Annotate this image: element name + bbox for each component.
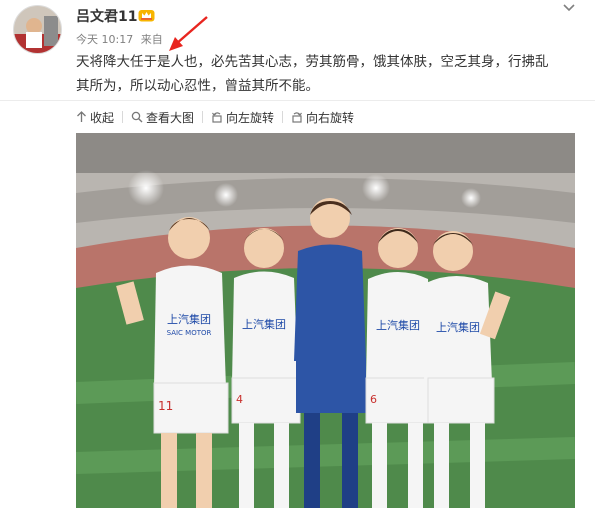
post-source: 来自 — [140, 33, 163, 46]
jersey-number: 4 — [236, 393, 243, 406]
team-illustration: 上汽集团 SAIC MOTOR 11 上汽集团 4 上汽集团 6 上汽集团 — [76, 133, 575, 508]
post-header: 吕文君11 今天 10:17 来自 天将降大任于是人也，必先苦其心志，劳其筋骨，… — [0, 0, 595, 100]
post-image[interactable]: 上汽集团 SAIC MOTOR 11 上汽集团 4 上汽集团 6 上汽集团 — [76, 133, 575, 508]
view-large-label: 查看大图 — [146, 110, 195, 125]
red-arrow-annotation — [169, 16, 208, 51]
jersey-number: 6 — [370, 393, 377, 406]
jersey-sponsor-sub: SAIC MOTOR — [167, 329, 212, 337]
magnifier-icon — [131, 111, 143, 123]
post-time[interactable]: 今天 10:17 — [76, 33, 133, 46]
stadium-light — [128, 170, 164, 206]
username[interactable]: 吕文君11 — [76, 6, 137, 26]
rotate-right-label: 向右旋转 — [306, 110, 355, 125]
jersey-sponsor: 上汽集团 — [376, 318, 420, 332]
post-text-line: 其所为，所以动心忍性，曾益其所不能。 — [76, 78, 319, 94]
stadium-light — [362, 174, 390, 202]
divider — [0, 100, 595, 101]
jersey-sponsor: 上汽集团 — [242, 317, 286, 331]
collapse-label: 收起 — [90, 110, 115, 125]
collapse-button[interactable]: 收起 — [76, 109, 114, 126]
stadium-light — [461, 188, 481, 208]
rotate-left-icon — [212, 112, 222, 123]
toolbar-separator — [282, 111, 284, 123]
post-text: 天将降大任于是人也，必先苦其心志，劳其筋骨，饿其体肤，空乏其身，行拂乱 其所为，… — [76, 50, 576, 98]
stadium-light — [214, 183, 238, 207]
collapse-up-icon — [77, 111, 86, 122]
post-meta: 今天 10:17 来自 — [76, 31, 167, 47]
vip-crown-icon[interactable] — [138, 9, 155, 22]
rotate-right-button[interactable]: 向右旋转 — [291, 109, 354, 126]
chevron-down-icon[interactable] — [562, 3, 576, 13]
jersey-number: 11 — [158, 399, 173, 413]
toolbar-separator — [202, 111, 204, 123]
jersey-sponsor: 上汽集团 — [436, 320, 480, 334]
avatar-photo — [14, 6, 61, 53]
image-toolbar: 收起 查看大图 向左旋转 向右旋转 — [76, 108, 354, 126]
rotate-right-icon — [292, 112, 302, 123]
user-avatar[interactable] — [13, 5, 62, 54]
post-text-line: 天将降大任于是人也，必先苦其心志，劳其筋骨，饿其体肤，空乏其身，行拂乱 — [76, 54, 549, 70]
toolbar-separator — [122, 111, 124, 123]
rotate-left-label: 向左旋转 — [226, 110, 275, 125]
rotate-left-button[interactable]: 向左旋转 — [211, 109, 274, 126]
jersey-sponsor: 上汽集团 — [167, 312, 211, 326]
view-large-button[interactable]: 查看大图 — [131, 109, 194, 126]
